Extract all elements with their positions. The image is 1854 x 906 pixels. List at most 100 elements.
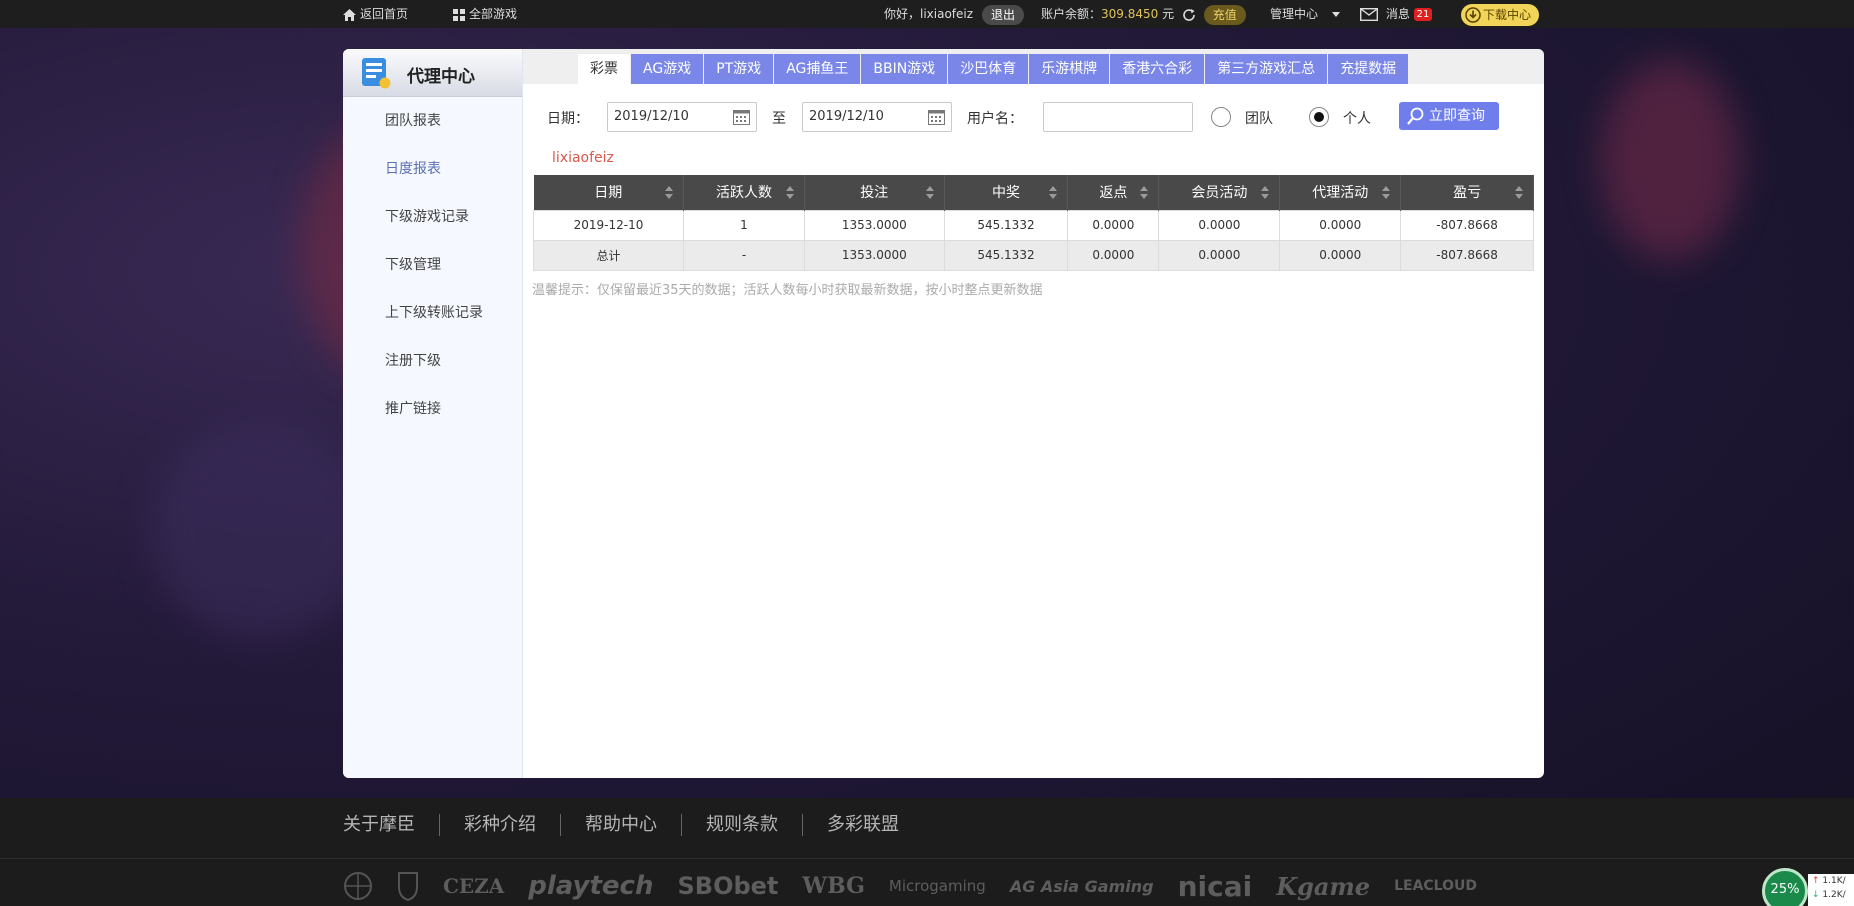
footer-link-about[interactable]: 关于摩臣 bbox=[343, 814, 440, 836]
search-icon bbox=[1407, 107, 1424, 125]
footer-link-terms[interactable]: 规则条款 bbox=[682, 814, 803, 836]
top-bar: 返回首页 全部游戏 你好，lixiaofeiz 退出 账户余额：309.8450… bbox=[0, 0, 1854, 28]
sort-icon bbox=[1515, 186, 1523, 199]
cell-total-agent-activity: 0.0000 bbox=[1279, 239, 1402, 271]
column-header-rebate[interactable]: 返点 bbox=[1067, 175, 1160, 210]
messages-label: 消息 bbox=[1385, 7, 1410, 21]
sidebar-item-sub-game-records[interactable]: 下级游戏记录 bbox=[343, 193, 522, 241]
balance-value: 309.8450 bbox=[1101, 7, 1159, 21]
column-header-date[interactable]: 日期 bbox=[533, 175, 685, 210]
partner-logos: CEZA playtech SBObet WBG Microgaming AG … bbox=[343, 866, 1501, 906]
tab-lottery[interactable]: 彩票 bbox=[578, 54, 630, 84]
sort-icon bbox=[1261, 186, 1270, 199]
cell-date: 2019-12-10 bbox=[532, 209, 685, 241]
all-games-link[interactable]: 全部游戏 bbox=[453, 0, 517, 28]
tab-saba-sports[interactable]: 沙巴体育 bbox=[948, 54, 1029, 84]
partner-logo-nicai: nicai bbox=[1177, 869, 1253, 903]
sidebar-item-register-sub[interactable]: 注册下级 bbox=[343, 337, 522, 385]
balance-label: 账户余额： bbox=[1041, 7, 1102, 21]
date-from-input[interactable]: 2019/12/10 bbox=[607, 102, 757, 132]
report-username: lixiaofeiz bbox=[552, 150, 614, 166]
partner-logo-ag: AG Asia Gaming bbox=[1009, 876, 1154, 896]
partner-logo-kgame: Kgame bbox=[1276, 871, 1371, 901]
sidebar-item-sub-management[interactable]: 下级管理 bbox=[343, 241, 522, 289]
daily-report-table: 日期 活跃人数 投注 中奖 返点 会员活动 代理活动 盈亏 2019-12-10… bbox=[532, 175, 1534, 271]
sort-icon bbox=[1140, 186, 1149, 199]
background-glow bbox=[1600, 60, 1740, 260]
home-label: 返回首页 bbox=[360, 7, 409, 21]
calendar-icon[interactable] bbox=[928, 109, 945, 125]
sort-icon bbox=[1382, 186, 1391, 199]
cell-total-rebate: 0.0000 bbox=[1067, 239, 1160, 271]
column-header-win[interactable]: 中奖 bbox=[944, 175, 1069, 210]
content-area: 彩票 AG游戏 PT游戏 AG捕鱼王 BBIN游戏 沙巴体育 乐游棋牌 香港六合… bbox=[523, 49, 1544, 778]
tab-bbin-games[interactable]: BBIN游戏 bbox=[861, 54, 948, 84]
refresh-icon[interactable] bbox=[1182, 8, 1196, 22]
download-center-button[interactable]: 下载中心 bbox=[1461, 3, 1540, 26]
upload-speed: 1.1K/ bbox=[1822, 876, 1846, 886]
personal-label: 个人 bbox=[1343, 111, 1371, 127]
sort-icon bbox=[665, 186, 674, 199]
globe-seal-logo bbox=[344, 872, 372, 900]
query-button-label: 立即查询 bbox=[1429, 108, 1485, 124]
messages-link[interactable]: 消息 21 bbox=[1360, 0, 1433, 28]
personal-radio[interactable] bbox=[1309, 107, 1329, 127]
cell-total-member-activity: 0.0000 bbox=[1158, 239, 1281, 271]
network-usage-indicator[interactable]: 25% bbox=[1762, 868, 1808, 906]
query-button[interactable]: 立即查询 bbox=[1399, 102, 1499, 130]
all-games-label: 全部游戏 bbox=[469, 7, 518, 21]
date-label: 日期： bbox=[547, 111, 589, 127]
manage-label: 管理中心 bbox=[1270, 7, 1319, 21]
tab-leyou-chess[interactable]: 乐游棋牌 bbox=[1029, 54, 1110, 84]
cell-win: 545.1332 bbox=[943, 209, 1069, 241]
column-header-member-activity[interactable]: 会员活动 bbox=[1158, 175, 1281, 210]
background-glow bbox=[150, 420, 370, 640]
footer: 关于摩臣 彩种介绍 帮助中心 规则条款 多彩联盟 CEZA playtech S… bbox=[0, 798, 1854, 906]
column-header-active-users[interactable]: 活跃人数 bbox=[683, 175, 805, 210]
calendar-icon[interactable] bbox=[733, 109, 750, 125]
username-input[interactable] bbox=[1043, 102, 1193, 132]
team-radio[interactable] bbox=[1211, 107, 1231, 127]
column-header-agent-activity[interactable]: 代理活动 bbox=[1279, 175, 1402, 210]
sidebar-item-daily-report[interactable]: 日度报表 bbox=[343, 145, 522, 193]
download-arrow-icon: ↓ bbox=[1812, 890, 1820, 900]
home-link[interactable]: 返回首页 bbox=[343, 0, 408, 28]
cell-total-active-users: - bbox=[683, 239, 805, 271]
recharge-button[interactable]: 充值 bbox=[1203, 4, 1246, 25]
footer-links: 关于摩臣 彩种介绍 帮助中心 规则条款 多彩联盟 bbox=[343, 814, 923, 836]
partner-logo-wbg: WBG bbox=[802, 873, 865, 899]
table-row: 2019-12-10 1 1353.0000 545.1332 0.0000 0… bbox=[532, 209, 1534, 241]
footer-link-help-center[interactable]: 帮助中心 bbox=[561, 814, 682, 836]
sidebar-item-promo-link[interactable]: 推广链接 bbox=[343, 385, 522, 433]
partner-logo-ceza: CEZA bbox=[443, 874, 505, 898]
download-speed: 1.2K/ bbox=[1822, 890, 1846, 900]
tab-ag-fishing[interactable]: AG捕鱼王 bbox=[774, 54, 861, 84]
balance-unit: 元 bbox=[1162, 7, 1175, 21]
column-header-profit-loss[interactable]: 盈亏 bbox=[1400, 175, 1534, 210]
manage-menu[interactable]: 管理中心 bbox=[1270, 0, 1344, 28]
tab-pt-games[interactable]: PT游戏 bbox=[704, 54, 774, 84]
column-header-bet[interactable]: 投注 bbox=[804, 175, 945, 210]
sidebar-item-transfer-records[interactable]: 上下级转账记录 bbox=[343, 289, 522, 337]
team-label: 团队 bbox=[1245, 111, 1273, 127]
table-total-row: 总计 - 1353.0000 545.1332 0.0000 0.0000 0.… bbox=[532, 239, 1534, 271]
network-speed-box: ↑ 1.1K/ ↓ 1.2K/ bbox=[1808, 874, 1854, 906]
agent-center-icon bbox=[362, 58, 391, 89]
footer-link-lottery-intro[interactable]: 彩种介绍 bbox=[440, 814, 561, 836]
table-header-row: 日期 活跃人数 投注 中奖 返点 会员活动 代理活动 盈亏 bbox=[533, 175, 1534, 210]
tab-ag-games[interactable]: AG游戏 bbox=[631, 54, 704, 84]
tab-bar: 彩票 AG游戏 PT游戏 AG捕鱼王 BBIN游戏 沙巴体育 乐游棋牌 香港六合… bbox=[523, 49, 1544, 84]
sort-icon bbox=[785, 186, 794, 199]
tab-hk-mark-six[interactable]: 香港六合彩 bbox=[1110, 54, 1205, 84]
agent-center-panel: 代理中心 团队报表 日度报表 下级游戏记录 下级管理 上下级转账记录 注册下级 … bbox=[343, 49, 1544, 778]
sidebar-header: 代理中心 bbox=[343, 49, 522, 97]
footer-link-alliance[interactable]: 多彩联盟 bbox=[803, 814, 923, 836]
cell-rebate: 0.0000 bbox=[1067, 209, 1160, 241]
date-to-input[interactable]: 2019/12/10 bbox=[802, 102, 952, 132]
sidebar-item-team-report[interactable]: 团队报表 bbox=[343, 97, 522, 145]
tab-third-party-summary[interactable]: 第三方游戏汇总 bbox=[1205, 54, 1328, 84]
grid-icon bbox=[453, 8, 465, 21]
logout-button[interactable]: 退出 bbox=[982, 4, 1025, 25]
download-icon bbox=[1465, 7, 1481, 23]
tab-deposit-withdraw-data[interactable]: 充提数据 bbox=[1328, 54, 1409, 84]
